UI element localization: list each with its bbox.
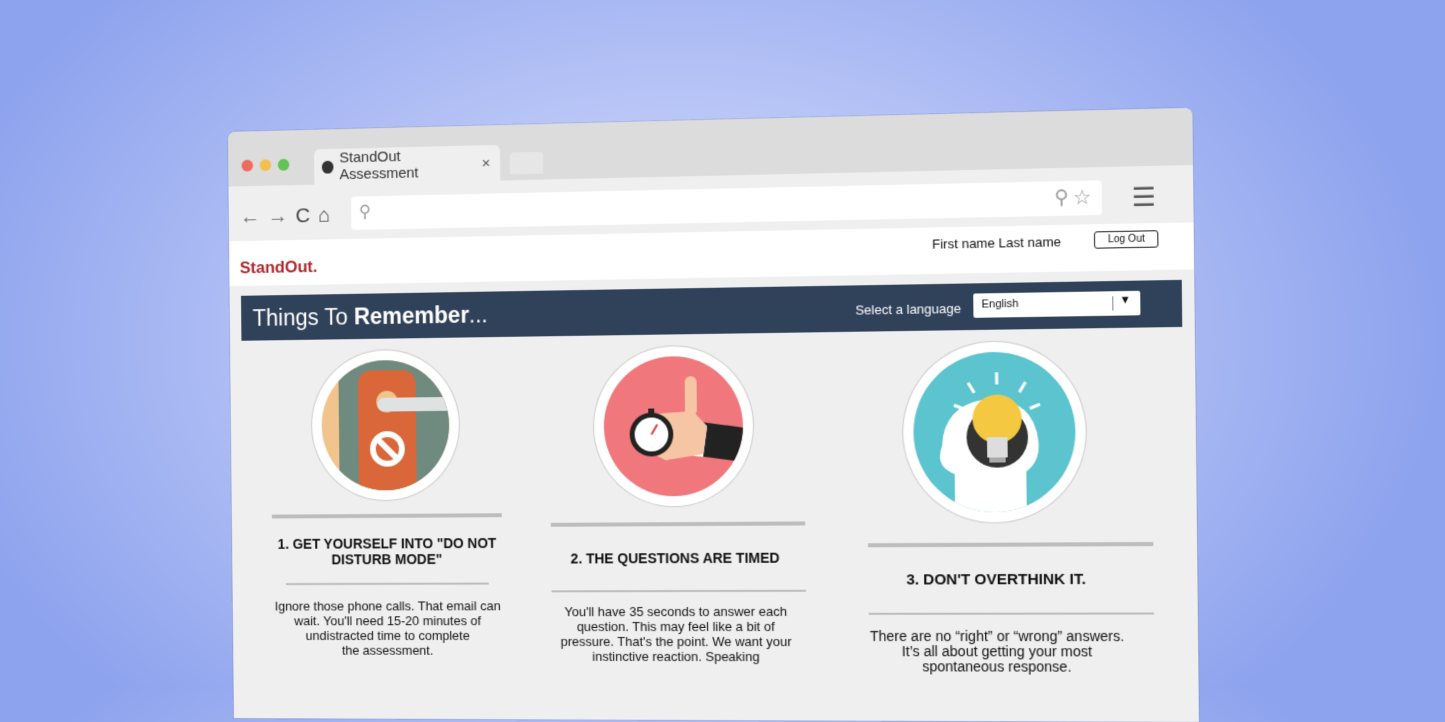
tip-heading-1-line2: DISTURB MODE" xyxy=(267,551,509,568)
tip-card-1: 1. GET YOURSELF INTO "DO NOT DISTURB MOD… xyxy=(264,349,509,658)
new-tab-button[interactable] xyxy=(510,152,544,175)
bookmark-star-icon[interactable]: ☆ xyxy=(1073,185,1092,211)
tip-body-line: instinctive reaction. Speaking xyxy=(552,649,801,664)
tip-body-1: Ignore those phone calls. That email can… xyxy=(267,598,509,657)
language-select[interactable]: English ▼ xyxy=(973,291,1140,318)
divider xyxy=(869,612,1154,614)
zoom-icon[interactable]: ⚲ xyxy=(1054,186,1069,210)
tab-title: StandOut Assessment xyxy=(339,146,476,183)
chevron-down-icon[interactable]: ▼ xyxy=(1120,294,1131,306)
tip-body-line: You'll have 35 seconds to answer each xyxy=(552,604,801,619)
page-banner: Things To Remember... Select a language … xyxy=(241,280,1182,341)
maximize-window-icon[interactable] xyxy=(278,159,290,171)
standout-favicon-icon xyxy=(322,160,334,173)
reload-icon[interactable]: C xyxy=(295,204,310,228)
nav-buttons: ← → C ⌂ xyxy=(240,204,330,229)
minimize-window-icon[interactable] xyxy=(260,159,272,171)
divider xyxy=(868,542,1153,547)
tip-card-3: 3. DON'T OVERTHINK IT. There are no “rig… xyxy=(866,340,1126,675)
title-prefix: Things To xyxy=(253,304,355,331)
tip-heading-3: 3. DON'T OVERTHINK IT. xyxy=(868,571,1124,589)
tip-image-1 xyxy=(311,349,459,500)
tip-body-line: the assessment. xyxy=(267,643,509,658)
tip-body-line: wait. You'll need 15-20 minutes of xyxy=(267,613,509,628)
window-controls xyxy=(242,159,290,172)
tip-body-2: You'll have 35 seconds to answer each qu… xyxy=(552,604,801,664)
tip-body-line: question. This may feel like a bit of xyxy=(552,619,801,634)
address-bar[interactable]: ⚲ ⚲ ☆ xyxy=(351,180,1102,230)
close-tab-icon[interactable]: × xyxy=(482,154,491,171)
language-value: English xyxy=(981,298,1018,311)
tip-heading-1: 1. GET YOURSELF INTO "DO NOT DISTURB MOD… xyxy=(266,535,508,568)
tip-image-2 xyxy=(593,345,754,506)
hamburger-icon[interactable]: ☰ xyxy=(1131,181,1156,213)
title-suffix: ... xyxy=(469,302,488,328)
browser-window: StandOut Assessment × ← → C ⌂ ⚲ ⚲ ☆ ☰ St… xyxy=(228,108,1199,722)
stopwatch-icon xyxy=(603,355,744,496)
brand-dot: . xyxy=(313,257,318,276)
tip-body-3: There are no “right” or “wrong” answers.… xyxy=(869,629,1126,675)
tip-card-2: 2. THE QUESTIONS ARE TIMED You'll have 3… xyxy=(549,345,801,664)
back-icon[interactable]: ← xyxy=(240,205,260,229)
tip-heading-1-line1: 1. GET YOURSELF INTO "DO NOT xyxy=(266,535,508,552)
standout-logo[interactable]: StandOut. xyxy=(240,257,318,278)
divider xyxy=(286,583,489,585)
page-title: Things To Remember... xyxy=(253,302,488,332)
do-not-disturb-icon xyxy=(321,359,450,490)
tip-body-line: It’s all about getting your most xyxy=(869,644,1125,659)
tip-body-line: undistracted time to complete xyxy=(267,628,509,643)
tip-body-line: spontaneous response. xyxy=(869,659,1125,675)
page-content: Things To Remember... Select a language … xyxy=(229,269,1198,722)
browser-tab[interactable]: StandOut Assessment × xyxy=(314,145,500,185)
language-label: Select a language xyxy=(855,301,961,318)
tip-body-line: Ignore those phone calls. That email can xyxy=(267,598,509,613)
search-icon: ⚲ xyxy=(359,202,371,222)
home-icon[interactable]: ⌂ xyxy=(318,204,330,228)
divider xyxy=(551,521,805,526)
divider xyxy=(272,513,502,518)
tip-body-line: There are no “right” or “wrong” answers. xyxy=(869,629,1125,644)
lightbulb-head-icon xyxy=(913,351,1077,513)
forward-icon[interactable]: → xyxy=(268,205,288,229)
select-divider xyxy=(1112,296,1113,310)
divider xyxy=(551,590,805,593)
tip-body-line: pressure. That's the point. We want your xyxy=(552,634,801,649)
tip-heading-2: 2. THE QUESTIONS ARE TIMED xyxy=(551,550,800,567)
close-window-icon[interactable] xyxy=(242,160,254,172)
user-name: First name Last name xyxy=(932,234,1061,252)
tip-image-3 xyxy=(902,341,1086,523)
brand-name: StandOut xyxy=(240,257,313,277)
title-bold: Remember xyxy=(354,302,469,329)
logout-button[interactable]: Log Out xyxy=(1094,230,1158,249)
